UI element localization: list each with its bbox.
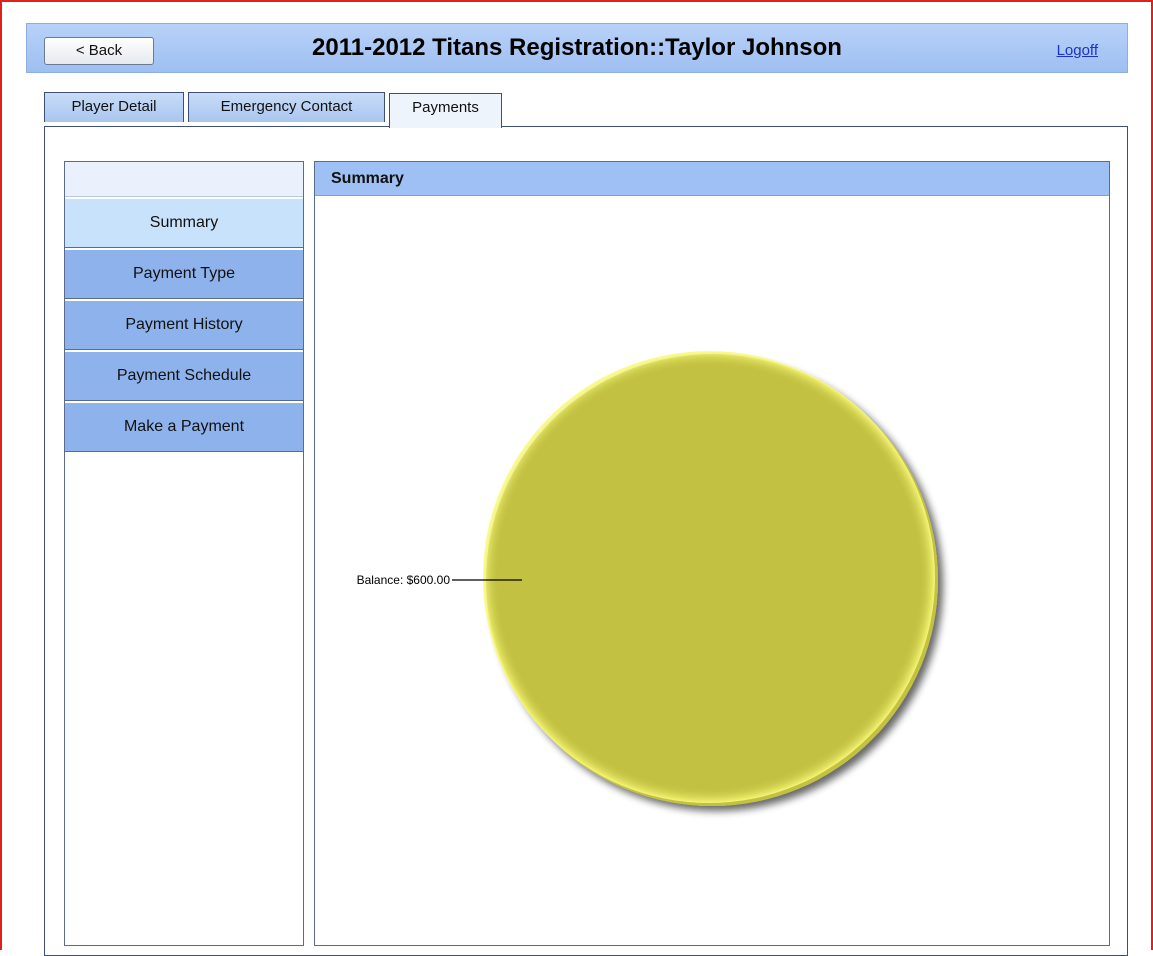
summary-section-title: Summary	[315, 162, 1109, 196]
tab-emergency-contact[interactable]: Emergency Contact	[188, 92, 385, 122]
sidebar-item-summary[interactable]: Summary	[65, 197, 303, 248]
balance-pie-chart: Balance: $600.00	[357, 351, 938, 806]
pie-slice-label: Balance: $600.00	[357, 573, 451, 587]
summary-panel: Summary Balance: $600.00	[314, 161, 1110, 946]
back-button[interactable]: < Back	[44, 37, 154, 65]
page-title: 2011-2012 Titans Registration::Taylor Jo…	[312, 34, 842, 61]
tab-player-detail[interactable]: Player Detail	[44, 92, 184, 122]
sidebar-item-payment-schedule[interactable]: Payment Schedule	[65, 350, 303, 401]
payments-side-nav: Summary Payment Type Payment History Pay…	[64, 161, 304, 946]
tab-payments[interactable]: Payments	[389, 93, 502, 128]
side-nav-header	[65, 162, 303, 197]
sidebar-item-payment-type[interactable]: Payment Type	[65, 248, 303, 299]
sidebar-item-make-a-payment[interactable]: Make a Payment	[65, 401, 303, 452]
app-header: < Back 2011-2012 Titans Registration::Ta…	[26, 23, 1128, 73]
pie-rim-highlight	[483, 351, 935, 803]
sidebar-item-payment-history[interactable]: Payment History	[65, 299, 303, 350]
logoff-link[interactable]: Logoff	[1057, 42, 1098, 59]
